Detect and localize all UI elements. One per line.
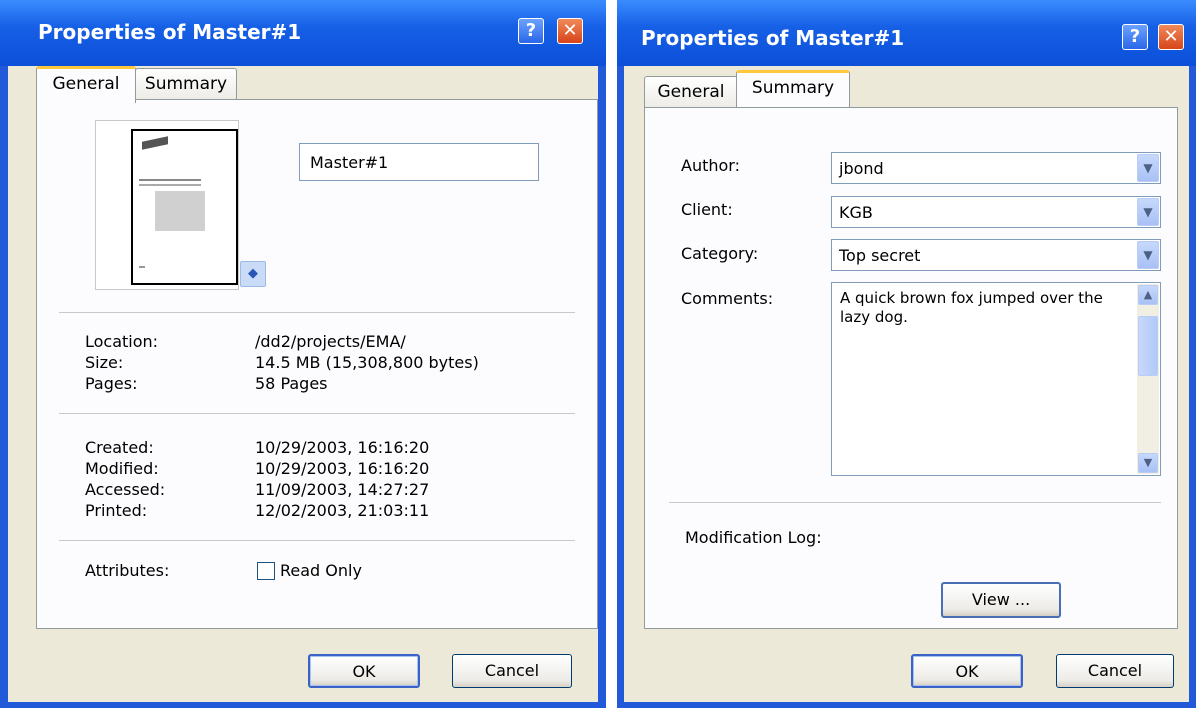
cancel-button[interactable]: Cancel [452, 654, 572, 688]
window-title: Properties of Master#1 [38, 20, 302, 44]
category-combo[interactable]: Top secret ▼ [831, 239, 1161, 271]
attributes-label: Attributes: [85, 561, 170, 580]
summary-panel: Author: jbond ▼ Client: KGB ▼ Category: … [644, 107, 1178, 629]
printed-label: Printed: [85, 501, 148, 520]
help-icon: ? [525, 20, 537, 41]
ok-button[interactable]: OK [911, 654, 1023, 688]
pages-value: 58 Pages [255, 374, 328, 393]
tab-summary[interactable]: Summary [135, 68, 237, 101]
accessed-value: 11/09/2003, 14:27:27 [255, 480, 430, 499]
scroll-up-icon[interactable]: ▲ [1138, 285, 1158, 305]
page-preview [131, 129, 238, 285]
comments-text: A quick brown fox jumped over the lazy d… [840, 289, 1103, 326]
divider [59, 312, 575, 313]
created-label: Created: [85, 438, 154, 457]
chevron-down-icon[interactable]: ▼ [1137, 241, 1159, 269]
pages-label: Pages: [85, 374, 138, 393]
printed-value: 12/02/2003, 21:03:11 [255, 501, 430, 520]
divider [669, 502, 1161, 503]
cancel-button[interactable]: Cancel [1056, 654, 1174, 688]
author-label: Author: [681, 156, 740, 175]
help-icon: ? [1129, 26, 1141, 47]
help-button[interactable]: ? [518, 18, 544, 44]
close-button[interactable]: ✕ [1158, 24, 1184, 50]
modification-log-label: Modification Log: [685, 528, 822, 547]
size-label: Size: [85, 353, 124, 372]
created-value: 10/29/2003, 16:16:20 [255, 438, 430, 457]
client-value: KGB [839, 203, 873, 222]
properties-window-general: Properties of Master#1 ? ✕ General Summa… [0, 0, 606, 708]
comments-textarea[interactable]: A quick brown fox jumped over the lazy d… [831, 282, 1161, 476]
category-label: Category: [681, 244, 759, 263]
author-value: jbond [839, 159, 884, 178]
chevron-down-icon[interactable]: ▼ [1137, 198, 1159, 226]
read-only-checkbox[interactable] [257, 562, 275, 580]
read-only-label[interactable]: Read Only [280, 561, 362, 580]
divider [59, 540, 575, 541]
properties-window-summary: Properties of Master#1 ? ✕ General Summa… [617, 0, 1196, 708]
chevron-down-icon[interactable]: ▼ [1137, 154, 1159, 182]
scrollbar[interactable]: ▲ ▼ [1137, 284, 1159, 474]
general-panel: ◆ Master#1 Location: /dd2/projects/EMA/ … [36, 99, 598, 629]
name-field-value: Master#1 [310, 153, 389, 172]
size-value: 14.5 MB (15,308,800 bytes) [255, 353, 479, 372]
tab-summary[interactable]: Summary [736, 70, 850, 107]
close-icon: ✕ [1163, 26, 1179, 47]
dialog-client: General Summary Author: jbond ▼ Client: … [624, 66, 1189, 702]
title-bar[interactable]: Properties of Master#1 ? ✕ [0, 0, 606, 66]
tab-general[interactable]: General [36, 66, 136, 103]
comments-label: Comments: [681, 289, 774, 308]
divider [59, 413, 575, 414]
dialog-client: General Summary ◆ Master#1 Location: /dd… [8, 66, 598, 702]
client-combo[interactable]: KGB ▼ [831, 196, 1161, 228]
modified-label: Modified: [85, 459, 159, 478]
title-bar[interactable]: Properties of Master#1 ? ✕ [617, 0, 1196, 66]
view-log-button[interactable]: View ... [941, 582, 1061, 618]
scroll-down-icon[interactable]: ▼ [1138, 453, 1158, 473]
name-field[interactable]: Master#1 [299, 143, 539, 181]
location-label: Location: [85, 332, 159, 351]
client-label: Client: [681, 200, 733, 219]
author-combo[interactable]: jbond ▼ [831, 152, 1161, 184]
tab-general[interactable]: General [644, 76, 738, 109]
accessed-label: Accessed: [85, 480, 166, 499]
window-title: Properties of Master#1 [641, 26, 905, 50]
location-value: /dd2/projects/EMA/ [255, 332, 406, 351]
category-value: Top secret [839, 246, 921, 265]
page-navigator-icon[interactable]: ◆ [240, 261, 266, 287]
ok-button[interactable]: OK [308, 654, 420, 688]
close-button[interactable]: ✕ [557, 18, 583, 44]
modified-value: 10/29/2003, 16:16:20 [255, 459, 430, 478]
help-button[interactable]: ? [1122, 24, 1148, 50]
document-thumbnail: ◆ [95, 120, 266, 290]
close-icon: ✕ [562, 20, 578, 41]
scroll-thumb[interactable] [1138, 316, 1158, 376]
